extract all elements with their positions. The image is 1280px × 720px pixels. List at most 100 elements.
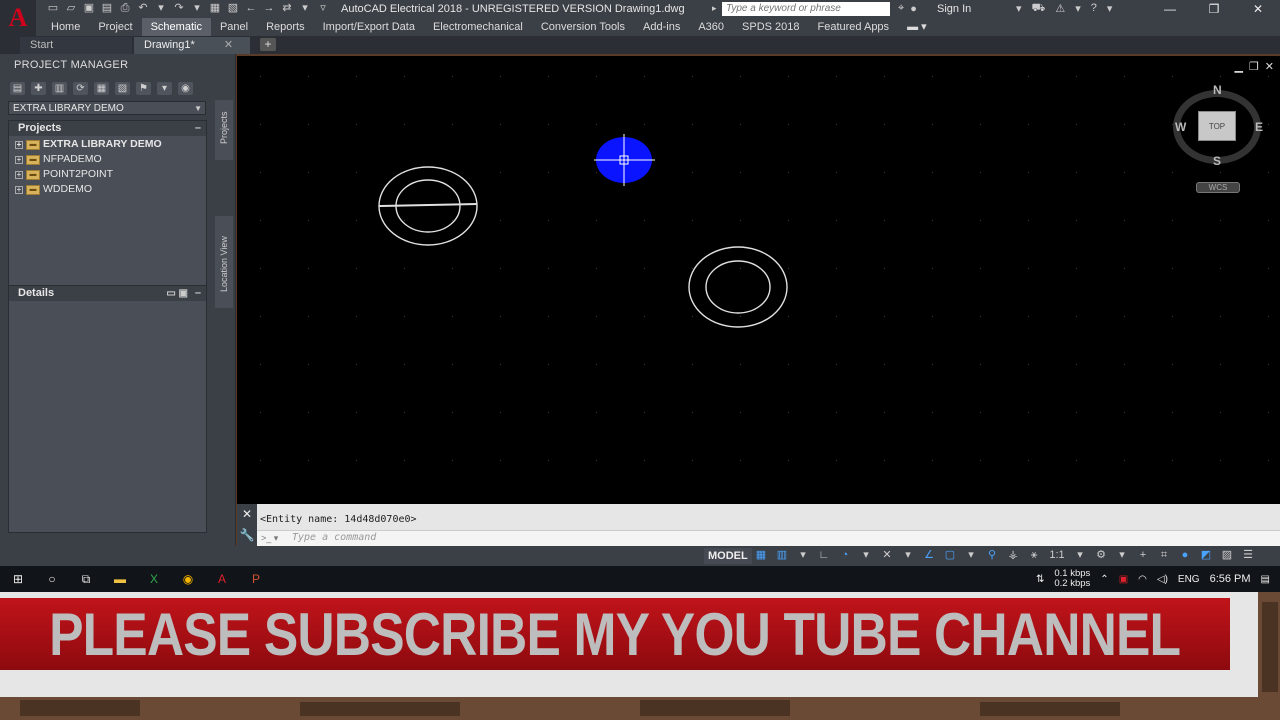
help-icon[interactable]: ? — [1091, 2, 1097, 16]
new-drawing-icon[interactable]: ▥ — [52, 82, 67, 95]
project-tasks-icon[interactable]: ⚑ — [136, 82, 151, 95]
binoculars-icon[interactable]: ⌖ — [898, 2, 904, 15]
project-properties-icon[interactable]: ▦ — [94, 82, 109, 95]
project-selector[interactable]: EXTRA LIBRARY DEMO ▼ — [8, 101, 206, 115]
expand-icon[interactable]: + — [15, 170, 23, 179]
share-icon[interactable]: ⇄ — [280, 2, 294, 15]
tab-add-ins[interactable]: Add-ins — [634, 18, 689, 36]
close-command-line-icon[interactable]: ✕ — [237, 504, 257, 525]
file-explorer-icon[interactable]: ▬ — [112, 571, 128, 587]
new-file-icon[interactable]: ▭ — [46, 2, 60, 15]
wrench-icon[interactable]: 🔧 — [237, 525, 257, 546]
redo-icon[interactable]: ↷ — [172, 2, 186, 15]
workspace-dropdown-icon[interactable]: ▾ — [1115, 548, 1129, 562]
save-as-icon[interactable]: ▤ — [100, 2, 114, 15]
tree-item-nfpademo[interactable]: + ▬ NFPADEMO — [15, 152, 206, 167]
language-indicator[interactable]: ENG — [1178, 574, 1200, 585]
tab-reports[interactable]: Reports — [257, 18, 314, 36]
new-project-icon[interactable]: ✚ — [31, 82, 46, 95]
tree-item-point2point[interactable]: + ▬ POINT2POINT — [15, 167, 206, 182]
undo-icon[interactable]: ↶ — [136, 2, 150, 15]
units-icon[interactable]: ⌗ — [1157, 548, 1171, 562]
grid-toggle-icon[interactable]: ▦ — [754, 548, 768, 562]
viewcube-top-face[interactable]: TOP — [1198, 111, 1236, 141]
plot-icon[interactable]: ▦ — [208, 2, 222, 15]
snap-toggle-icon[interactable]: ▥ — [775, 548, 789, 562]
open-file-icon[interactable]: ▱ — [64, 2, 78, 15]
object-snap-icon[interactable]: ▢ — [943, 548, 957, 562]
drawing-canvas[interactable]: ▁ ❐ ✕ N S W E TOP WCS — [237, 56, 1280, 504]
expand-icon[interactable]: + — [15, 140, 23, 149]
isolate-objects-icon[interactable]: ● — [1178, 548, 1192, 562]
clean-screen-icon[interactable]: ▨ — [1220, 548, 1234, 562]
drawing-list-icon[interactable]: ▧ — [115, 82, 130, 95]
scale-dropdown-icon[interactable]: ▾ — [1073, 548, 1087, 562]
autocad-tray-icon[interactable]: ▣ — [1119, 574, 1128, 585]
polar-dropdown-icon[interactable]: ▾ — [859, 548, 873, 562]
powerpoint-icon[interactable]: P — [248, 571, 264, 587]
tree-item-extra-library-demo[interactable]: + ▬ EXTRA LIBRARY DEMO — [15, 137, 206, 152]
search-expand-icon[interactable]: ▸ — [712, 3, 717, 14]
save-icon[interactable]: ▣ — [82, 2, 96, 15]
excel-icon[interactable]: X — [146, 571, 162, 587]
model-space-button[interactable]: MODEL — [704, 548, 752, 564]
help-circle-icon[interactable]: ◉ — [178, 82, 193, 95]
collapse-icon[interactable]: – — [195, 121, 201, 136]
polar-toggle-icon[interactable]: ◔ — [838, 548, 852, 562]
help-menu-dropdown-icon[interactable]: ▾ — [1107, 2, 1113, 16]
exchange-icon[interactable]: ⚠ — [1055, 2, 1065, 16]
tab-conversion-tools[interactable]: Conversion Tools — [532, 18, 634, 36]
compass-west[interactable]: W — [1175, 120, 1186, 134]
workspace-dropdown-icon[interactable]: ▾ — [298, 2, 312, 15]
tab-panel[interactable]: Panel — [211, 18, 257, 36]
wifi-icon[interactable]: ◠ — [1138, 574, 1147, 585]
back-arrow-icon[interactable]: ← — [244, 2, 258, 15]
annotation-visibility-icon[interactable]: ⚲ — [985, 548, 999, 562]
object-snap-tracking-icon[interactable]: ∠ — [922, 548, 936, 562]
tree-item-wddemo[interactable]: + ▬ WDDEMO — [15, 182, 206, 197]
command-input[interactable]: Type a command — [292, 532, 376, 543]
snap-dropdown-icon[interactable]: ▾ — [796, 548, 810, 562]
object-snap-dropdown-icon[interactable]: ▾ — [964, 548, 978, 562]
expand-icon[interactable]: + — [15, 185, 23, 194]
autocad-taskbar-icon[interactable]: A — [214, 571, 230, 587]
chrome-icon[interactable]: ◉ — [180, 571, 196, 587]
isodraft-dropdown-icon[interactable]: ▾ — [901, 548, 915, 562]
print-icon[interactable]: ⎙ — [118, 2, 132, 15]
viewcube[interactable]: N S W E TOP — [1173, 83, 1263, 176]
command-input-row[interactable]: >_ ▾ Type a command — [257, 530, 1280, 546]
customize-icon[interactable]: ☰ — [1241, 548, 1255, 562]
ribbon-options-icon[interactable]: ▬ ▾ — [898, 18, 936, 36]
tab-featured-apps[interactable]: Featured Apps — [809, 18, 899, 36]
restore-icon[interactable]: ❐ — [1192, 0, 1236, 18]
redo-dropdown-icon[interactable]: ▾ — [190, 2, 204, 15]
search-input[interactable] — [722, 2, 890, 16]
volume-icon[interactable]: ◁) — [1157, 574, 1168, 585]
expand-icon[interactable]: + — [15, 155, 23, 164]
minimize-icon[interactable]: — — [1148, 0, 1192, 18]
compass-north[interactable]: N — [1213, 83, 1222, 97]
tab-project[interactable]: Project — [89, 18, 141, 36]
collapse-icon[interactable]: – — [195, 286, 201, 301]
compass-east[interactable]: E — [1255, 120, 1263, 134]
cart-icon[interactable]: ⛟ — [1032, 2, 1046, 16]
viewport-restore-icon[interactable]: ❐ — [1249, 60, 1259, 73]
undo-dropdown-icon[interactable]: ▾ — [154, 2, 168, 15]
details-view-icons[interactable]: ▭ ▣ — [166, 286, 188, 301]
windows-start-icon[interactable]: ⊞ — [10, 571, 26, 587]
user-icon[interactable]: ● — [910, 3, 917, 15]
project-options-icon[interactable]: ▾ — [157, 82, 172, 95]
publish-icon[interactable]: ▧ — [226, 2, 240, 15]
tab-a360[interactable]: A360 — [689, 18, 733, 36]
open-project-icon[interactable]: ▤ — [10, 82, 25, 95]
tab-spds-2018[interactable]: SPDS 2018 — [733, 18, 808, 36]
application-menu-button[interactable]: A — [0, 0, 36, 36]
close-icon[interactable]: ✕ — [1236, 0, 1280, 18]
close-tab-icon[interactable]: ✕ — [224, 39, 233, 51]
action-center-icon[interactable]: ▤ — [1261, 574, 1270, 585]
ortho-toggle-icon[interactable]: ∟ — [817, 548, 831, 562]
forward-arrow-icon[interactable]: → — [262, 2, 276, 15]
command-prompt-icon[interactable]: >_ ▾ — [261, 533, 287, 544]
tab-import-export-data[interactable]: Import/Export Data — [314, 18, 424, 36]
task-view-icon[interactable]: ⧉ — [78, 571, 94, 587]
